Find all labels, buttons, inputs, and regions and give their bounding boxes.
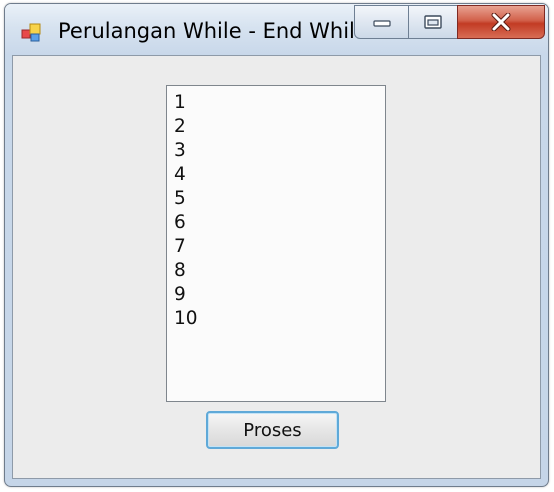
close-button[interactable]	[457, 5, 545, 39]
list-item[interactable]: 6	[174, 211, 385, 235]
restore-button[interactable]	[408, 5, 458, 39]
list-item[interactable]: 8	[174, 259, 385, 283]
list-item[interactable]: 10	[174, 307, 385, 331]
restore-icon	[424, 15, 442, 29]
close-icon	[491, 13, 511, 31]
app-window: Perulangan While - End While 1 2 3 4 5 6…	[4, 3, 549, 487]
minimize-button[interactable]	[354, 5, 409, 39]
title-bar[interactable]: Perulangan While - End While	[5, 4, 548, 54]
list-item[interactable]: 3	[174, 139, 385, 163]
list-item[interactable]: 4	[174, 163, 385, 187]
window-title: Perulangan While - End While	[58, 19, 368, 43]
app-icon[interactable]	[21, 22, 43, 42]
number-listbox[interactable]: 1 2 3 4 5 6 7 8 9 10	[166, 85, 386, 402]
form-client-area: 1 2 3 4 5 6 7 8 9 10 Proses	[12, 55, 541, 479]
proses-button[interactable]: Proses	[206, 411, 339, 449]
list-item[interactable]: 7	[174, 235, 385, 259]
minimize-icon	[372, 20, 391, 27]
list-item[interactable]: 5	[174, 187, 385, 211]
list-item[interactable]: 1	[174, 91, 385, 115]
list-item[interactable]: 2	[174, 115, 385, 139]
list-item[interactable]: 9	[174, 283, 385, 307]
